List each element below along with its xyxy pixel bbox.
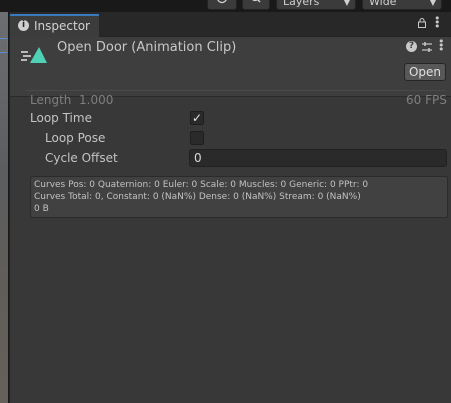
- top-toolbar: Layers ▼ Wide ▼: [0, 0, 451, 12]
- open-button[interactable]: Open: [404, 63, 446, 81]
- lock-icon[interactable]: [418, 18, 426, 28]
- tab-inspector-label: Inspector: [34, 19, 90, 33]
- chevron-down-icon: ▼: [343, 0, 350, 7]
- loop-time-label: Loop Time: [30, 111, 92, 125]
- length-label: Length: [30, 93, 72, 107]
- loop-time-checkbox[interactable]: ✓: [190, 111, 204, 125]
- length-value: 1.000: [79, 93, 114, 107]
- help-icon[interactable]: ?: [406, 41, 417, 52]
- info-icon: i: [18, 20, 29, 31]
- size-info-line: 0 B: [34, 204, 49, 214]
- tab-inspector[interactable]: i Inspector: [10, 14, 99, 37]
- loop-pose-label: Loop Pose: [45, 131, 106, 145]
- checkmark-icon: ✓: [192, 111, 203, 125]
- preset-settings-icon[interactable]: [421, 41, 433, 53]
- divider: [26, 90, 446, 91]
- chevron-down-icon: ▼: [429, 0, 436, 7]
- scene-gizmo-line: [0, 52, 7, 53]
- cycle-offset-label: Cycle Offset: [45, 151, 118, 165]
- asset-header: Open Door (Animation Clip) ? • • • Open: [10, 36, 451, 97]
- layers-dropdown[interactable]: Layers ▼: [276, 0, 356, 10]
- scene-gizmo-line: [0, 38, 7, 39]
- cycle-offset-input[interactable]: 0: [189, 149, 447, 167]
- component-menu-icon[interactable]: • • •: [438, 36, 445, 55]
- curves-info-line: Curves Total: 0, Constant: 0 (NaN%) Dens…: [34, 192, 361, 202]
- layout-dropdown-label: Wide: [369, 0, 397, 8]
- curves-info-line: Curves Pos: 0 Quaternion: 0 Euler: 0 Sca…: [34, 180, 369, 190]
- layout-dropdown[interactable]: Wide ▼: [362, 0, 442, 10]
- search-button[interactable]: [242, 0, 270, 10]
- fps-label: 60 FPS: [406, 93, 447, 107]
- scene-view-edge[interactable]: [0, 12, 8, 403]
- scene-gizmo-edge: [7, 38, 8, 53]
- history-button[interactable]: [207, 0, 237, 10]
- curves-info-box: Curves Pos: 0 Quaternion: 0 Euler: 0 Sca…: [30, 176, 448, 218]
- inspector-window: i Inspector • • • Open Door (Animation Cli…: [9, 12, 451, 403]
- window-menu-icon[interactable]: • • •: [434, 13, 441, 32]
- asset-title: Open Door (Animation Clip): [57, 40, 237, 55]
- history-icon: [217, 0, 227, 4]
- animation-clip-icon: [21, 47, 47, 63]
- inspector-tabbar: i Inspector • • •: [10, 12, 451, 37]
- loop-pose-checkbox[interactable]: [190, 131, 204, 145]
- layers-dropdown-label: Layers: [283, 0, 320, 8]
- search-icon: [252, 0, 261, 3]
